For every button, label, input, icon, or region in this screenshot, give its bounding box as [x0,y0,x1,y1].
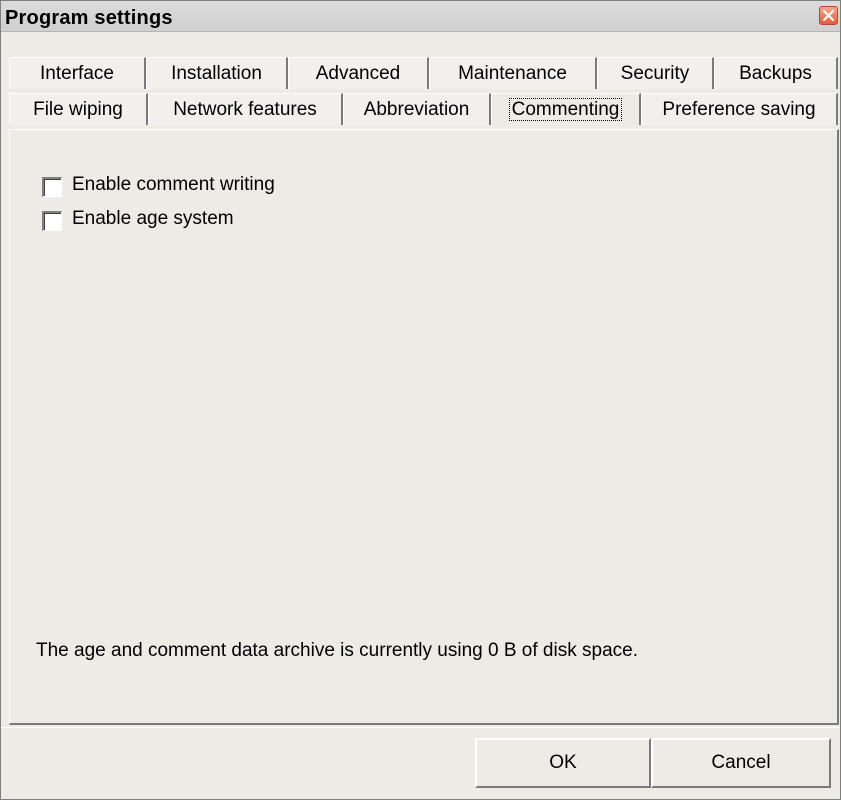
tab-commenting[interactable]: Commenting [491,93,641,125]
tab-backups[interactable]: Backups [714,57,838,89]
close-button[interactable] [819,6,838,25]
cancel-button[interactable]: Cancel [651,738,831,788]
age-system-checkbox[interactable] [42,211,62,231]
tab-interface[interactable]: Interface [9,57,146,89]
tab-installation[interactable]: Installation [146,57,288,89]
tab-preference-saving[interactable]: Preference saving [641,93,838,125]
ok-button[interactable]: OK [475,738,651,788]
tab-abbreviation[interactable]: Abbreviation [343,93,491,125]
commenting-panel: Enable comment writing Enable age system… [9,129,839,725]
comment-writing-label[interactable]: Enable comment writing [72,174,275,196]
close-icon [822,9,835,22]
tab-advanced[interactable]: Advanced [288,57,429,89]
disk-usage-text: The age and comment data archive is curr… [36,640,638,661]
program-settings-window: Program settings Interface Installation … [0,0,841,800]
tab-file-wiping[interactable]: File wiping [9,93,148,125]
comment-writing-checkbox[interactable] [42,177,62,197]
window-title: Program settings [5,7,173,29]
age-system-label[interactable]: Enable age system [72,208,234,230]
tab-network-features[interactable]: Network features [148,93,343,125]
button-bar: OK Cancel [1,727,840,800]
tab-maintenance[interactable]: Maintenance [429,57,597,89]
tab-security[interactable]: Security [597,57,714,89]
title-bar[interactable]: Program settings [1,1,840,32]
